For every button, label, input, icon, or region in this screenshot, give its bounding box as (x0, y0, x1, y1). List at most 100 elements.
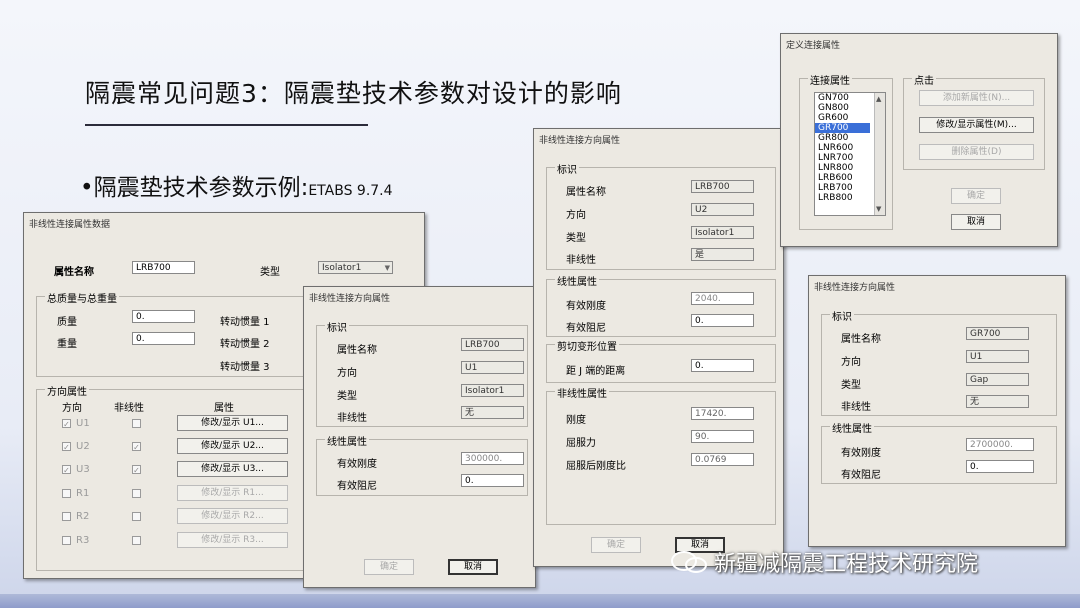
direction-label-u2: U2 (76, 441, 90, 452)
eff-damping-label: 有效阻尼 (841, 470, 881, 481)
wechat-icon (671, 551, 707, 573)
cancel-button[interactable]: 取消 (951, 214, 1001, 230)
ok-button[interactable]: 确定 (951, 188, 1001, 204)
modify-property-button[interactable]: 修改/显示属性(M)... (919, 117, 1034, 133)
bottom-band (0, 594, 1080, 608)
weight-field[interactable]: 0. (132, 332, 195, 345)
ident-group-label: 标识 (555, 161, 579, 176)
modify-u1-button[interactable]: 修改/显示 U1... (177, 415, 288, 431)
mass-field[interactable]: 0. (132, 310, 195, 323)
define-link-properties-dialog: 定义连接属性 连接属性 GN700 GN800 GR600 GR700 GR80… (780, 33, 1058, 247)
name-field: GR700 (966, 327, 1029, 340)
list-item[interactable]: LNR700 (815, 153, 870, 163)
post-yield-ratio-field[interactable]: 0.0769 (691, 453, 754, 466)
type-label: 类型 (337, 391, 357, 402)
rot2-label: 转动惯量 2 (220, 339, 270, 350)
list-item[interactable]: LRB800 (815, 193, 870, 203)
scroll-up-icon[interactable]: ▲ (876, 95, 881, 103)
eff-stiffness-field[interactable]: 300000. (461, 452, 524, 465)
yield-force-label: 屈服力 (566, 438, 596, 449)
linear-group-label: 线性属性 (555, 273, 599, 288)
type-select[interactable]: Isolator1 ▼ (318, 261, 393, 274)
eff-damping-field[interactable]: 0. (691, 314, 754, 327)
list-item[interactable]: GN800 (815, 103, 870, 113)
type-label: 类型 (260, 267, 280, 278)
distance-label: 距 J 端的距离 (566, 366, 626, 377)
bullet-text: •隔震垫技术参数示例:ETABS 9.7.4 (80, 168, 393, 202)
direction-check-r1[interactable] (62, 489, 71, 498)
eff-stiffness-label: 有效刚度 (841, 448, 881, 459)
nonlinear-check-r2[interactable] (132, 512, 141, 521)
direction-check-u2[interactable]: ✓ (62, 442, 71, 452)
modify-r1-button[interactable]: 修改/显示 R1... (177, 485, 288, 501)
linear-group-label: 线性属性 (830, 420, 874, 435)
eff-stiffness-field[interactable]: 2700000. (966, 438, 1034, 451)
list-item[interactable]: LNR800 (815, 163, 870, 173)
nonlinear-label: 非线性 (337, 413, 367, 424)
type-label: 类型 (566, 233, 586, 244)
shear-group-label: 剪切变形位置 (555, 338, 619, 353)
direction-check-u3[interactable]: ✓ (62, 465, 71, 475)
nonlinear-field: 是 (691, 248, 754, 261)
ident-group-label: 标识 (325, 319, 349, 334)
direction-field: U1 (461, 361, 524, 374)
list-item[interactable]: LRB700 (815, 183, 870, 193)
mass-label: 质量 (57, 317, 77, 328)
direction-check-r3[interactable] (62, 536, 71, 545)
type-field: Isolator1 (691, 226, 754, 239)
eff-stiffness-field[interactable]: 2040. (691, 292, 754, 305)
direction-label: 方向 (841, 357, 861, 368)
eff-damping-field[interactable]: 0. (966, 460, 1034, 473)
scroll-down-icon[interactable]: ▼ (876, 205, 881, 213)
direction-check-r2[interactable] (62, 512, 71, 521)
direction-check-u1[interactable]: ✓ (62, 419, 71, 429)
nonlinear-check-r3[interactable] (132, 536, 141, 545)
modify-r2-button[interactable]: 修改/显示 R2... (177, 508, 288, 524)
name-label: 属性名称 (841, 334, 881, 345)
delete-property-button[interactable]: 删除属性(D) (919, 144, 1034, 160)
weight-label: 重量 (57, 339, 77, 350)
nonlinear-check-u1[interactable] (132, 419, 141, 428)
dialog-title: 非线性连接属性数据 (29, 220, 111, 230)
dialog-title: 定义连接属性 (786, 41, 841, 51)
eff-stiffness-label: 有效刚度 (566, 301, 606, 312)
modify-u2-button[interactable]: 修改/显示 U2... (177, 438, 288, 454)
nonlinear-check-r1[interactable] (132, 489, 141, 498)
nonlinear-label: 非线性 (566, 255, 596, 266)
add-property-button[interactable]: 添加新属性(N)... (919, 90, 1034, 106)
eff-damping-field[interactable]: 0. (461, 474, 524, 487)
eff-stiffness-label: 有效刚度 (337, 459, 377, 470)
direction-field: U2 (691, 203, 754, 216)
scrollbar[interactable]: ▲ ▼ (874, 93, 885, 215)
prop-name-field[interactable]: LRB700 (132, 261, 195, 274)
distance-field[interactable]: 0. (691, 359, 754, 372)
nonlinear-check-u3[interactable]: ✓ (132, 465, 141, 475)
ok-button[interactable]: 确定 (364, 559, 414, 575)
yield-force-field[interactable]: 90. (691, 430, 754, 443)
list-item-selected[interactable]: GR700 (815, 123, 870, 133)
type-value: Isolator1 (322, 263, 362, 273)
direction-properties-dialog-u2: 非线性连接方向属性 标识 属性名称 LRB700 方向 U2 类型 Isolat… (533, 128, 784, 567)
chevron-down-icon: ▼ (384, 264, 390, 272)
list-item[interactable]: LNR600 (815, 143, 870, 153)
list-item[interactable]: LRB600 (815, 173, 870, 183)
rot3-label: 转动惯量 3 (220, 362, 270, 373)
name-label: 属性名称 (566, 187, 606, 198)
ok-button[interactable]: 确定 (591, 537, 641, 553)
list-item[interactable]: GR600 (815, 113, 870, 123)
direction-properties-dialog-u1: 非线性连接方向属性 标识 属性名称 LRB700 方向 U1 类型 Isolat… (303, 286, 536, 588)
modify-u3-button[interactable]: 修改/显示 U3... (177, 461, 288, 477)
link-property-list[interactable]: GN700 GN800 GR600 GR700 GR800 LNR600 LNR… (814, 92, 886, 216)
list-item[interactable]: GN700 (815, 93, 870, 103)
col-property: 属性 (214, 403, 234, 414)
nonlinear-check-u2[interactable]: ✓ (132, 442, 141, 452)
stiffness-field[interactable]: 17420. (691, 407, 754, 420)
modify-r3-button[interactable]: 修改/显示 R3... (177, 532, 288, 548)
type-field: Gap (966, 373, 1029, 386)
list-item[interactable]: GR800 (815, 133, 870, 143)
direction-properties-dialog-gap: 非线性连接方向属性 标识 属性名称 GR700 方向 U1 类型 Gap 非线性… (808, 275, 1066, 547)
title-rule (85, 124, 368, 126)
nonlinear-field: 无 (966, 395, 1029, 408)
direction-label-u1: U1 (76, 418, 90, 429)
cancel-button[interactable]: 取消 (448, 559, 498, 575)
